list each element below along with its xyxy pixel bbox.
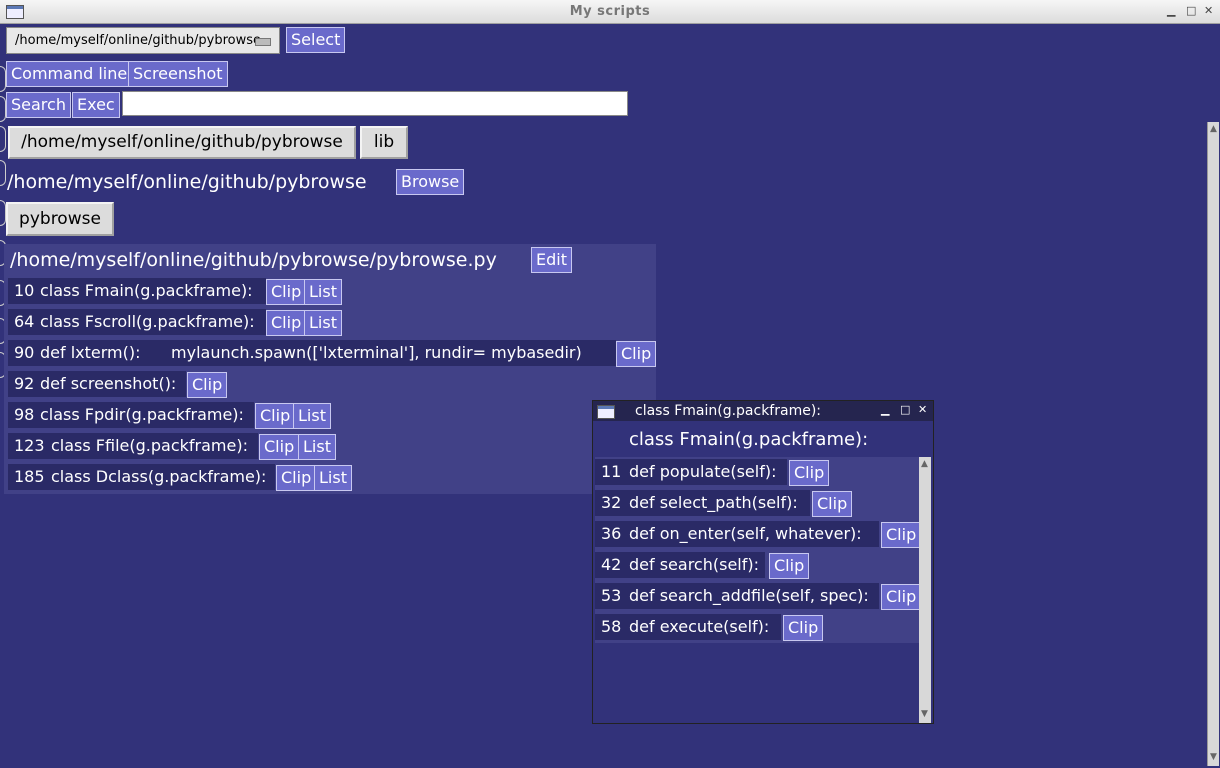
line-number: 58 <box>601 617 622 636</box>
line-number: 11 <box>601 462 622 481</box>
line-number: 10 <box>14 281 35 300</box>
definition-text: def populate(self): <box>629 462 777 481</box>
popup-title: class Fmain(g.packframe): <box>635 403 821 419</box>
line-number: 36 <box>601 524 622 543</box>
clip-button[interactable]: Clip <box>783 615 824 641</box>
popup-close-icon[interactable]: ✕ <box>918 403 927 416</box>
line-number: 53 <box>601 586 622 605</box>
list-item: 11 def populate(self): <box>595 459 787 485</box>
line-number: 64 <box>14 312 35 331</box>
scroll-down-icon[interactable]: ▼ <box>920 709 929 719</box>
popup-window-icon <box>597 405 615 419</box>
clip-button[interactable]: Clip <box>187 372 228 398</box>
path-button[interactable]: /home/myself/online/github/pybrowse <box>8 126 356 159</box>
exec-button[interactable]: Exec <box>72 92 120 118</box>
line-number: 185 <box>14 467 45 486</box>
main-scrollbar[interactable]: ▲ ▼ <box>1207 122 1219 766</box>
dropdown-arrow-icon[interactable] <box>255 38 271 46</box>
definition-text: class Fmain(g.packframe): <box>40 281 253 300</box>
clip-button[interactable]: Clip <box>812 491 853 517</box>
scroll-up-icon[interactable]: ▲ <box>1209 124 1218 134</box>
list-item: 10 class Fmain(g.packframe): <box>8 278 266 304</box>
clip-button[interactable]: Clip <box>266 279 307 305</box>
maximize-icon[interactable]: □ <box>1186 4 1196 17</box>
definition-text: class Fpdir(g.packframe): <box>40 405 244 424</box>
popup-titlebar: class Fmain(g.packframe): ▁ □ ✕ <box>593 401 933 421</box>
list-item: 53 def search_addfile(self, spec): <box>595 583 879 609</box>
line-number: 98 <box>14 405 35 424</box>
line-number: 92 <box>14 374 35 393</box>
clip-button[interactable]: Clip <box>789 460 830 486</box>
list-item: 36 def on_enter(self, whatever): <box>595 521 879 547</box>
definition-text: def execute(self): <box>629 617 770 636</box>
line-number: 32 <box>601 493 622 512</box>
window-title: My scripts <box>569 4 651 19</box>
clip-button[interactable]: Clip <box>616 341 657 367</box>
list-button[interactable]: List <box>304 279 342 305</box>
list-item: 58 def execute(self): <box>595 614 781 640</box>
search-input[interactable] <box>122 91 628 116</box>
clip-button[interactable]: Clip <box>255 403 296 429</box>
definition-text: def search(self): <box>629 555 759 574</box>
command-line-button[interactable]: Command line <box>6 61 133 87</box>
line-number: 123 <box>14 436 45 455</box>
clip-button[interactable]: Clip <box>259 434 300 460</box>
lib-button[interactable]: lib <box>360 126 408 159</box>
search-button[interactable]: Search <box>6 92 71 118</box>
definition-text: def lxterm(): mylaunch.spawn(['lxtermina… <box>40 343 582 362</box>
definition-text: class Ffile(g.packframe): <box>51 436 248 455</box>
list-item: 98 class Fpdir(g.packframe): <box>8 402 254 428</box>
list-button[interactable]: List <box>304 310 342 336</box>
path-combobox[interactable]: /home/myself/online/github/pybrowse <box>6 27 280 54</box>
class-popup-window: class Fmain(g.packframe): ▁ □ ✕ class Fm… <box>592 400 934 724</box>
popup-list: 11 def populate(self): Clip 32 def selec… <box>595 457 922 643</box>
list-item: 90 def lxterm(): mylaunch.spawn(['lxterm… <box>8 340 616 366</box>
list-item: 123 class Ffile(g.packframe): <box>8 433 258 459</box>
file-path-label: /home/myself/online/github/pybrowse/pybr… <box>10 249 497 271</box>
list-button[interactable]: List <box>298 434 336 460</box>
clip-button[interactable]: Clip <box>276 465 317 491</box>
pybrowse-file-button[interactable]: pybrowse <box>6 202 114 236</box>
directory-path-label: /home/myself/online/github/pybrowse <box>7 171 367 193</box>
definition-text: def on_enter(self, whatever): <box>629 524 862 543</box>
list-item: 185 class Dclass(g.packframe): <box>8 464 275 490</box>
line-number: 42 <box>601 555 622 574</box>
clip-button[interactable]: Clip <box>881 522 922 548</box>
browse-button[interactable]: Browse <box>396 169 465 195</box>
popup-empty-area <box>595 644 919 723</box>
definition-text: def select_path(self): <box>629 493 798 512</box>
clip-button[interactable]: Clip <box>266 310 307 336</box>
list-button[interactable]: List <box>314 465 352 491</box>
popup-minimize-icon[interactable]: ▁ <box>881 403 889 416</box>
close-icon[interactable]: ✕ <box>1204 4 1213 17</box>
list-button[interactable]: List <box>293 403 331 429</box>
definition-text: def screenshot(): <box>40 374 177 393</box>
minimize-icon[interactable]: ▁ <box>1167 4 1175 17</box>
combo-value: /home/myself/online/github/pybrowse <box>15 33 262 48</box>
definition-text: class Fscroll(g.packframe): <box>40 312 255 331</box>
list-item: 64 class Fscroll(g.packframe): <box>8 309 266 335</box>
file-panel: /home/myself/online/github/pybrowse/pybr… <box>4 244 657 494</box>
screenshot-button[interactable]: Screenshot <box>128 61 228 87</box>
scroll-down-icon[interactable]: ▼ <box>1209 752 1218 762</box>
popup-maximize-icon[interactable]: □ <box>900 403 910 416</box>
definition-text: class Dclass(g.packframe): <box>51 467 267 486</box>
list-item: 42 def search(self): <box>595 552 765 578</box>
list-item: 32 def select_path(self): <box>595 490 810 516</box>
window-titlebar: My scripts ▁ □ ✕ <box>0 0 1220 24</box>
edit-button[interactable]: Edit <box>531 247 572 273</box>
line-number: 90 <box>14 343 35 362</box>
popup-scrollbar[interactable]: ▲ ▼ <box>919 457 931 723</box>
clip-button[interactable]: Clip <box>769 553 810 579</box>
definition-text: def search_addfile(self, spec): <box>629 586 869 605</box>
select-button[interactable]: Select <box>286 27 346 53</box>
popup-heading: class Fmain(g.packframe): <box>629 429 869 450</box>
list-item: 92 def screenshot(): <box>8 371 186 397</box>
scroll-up-icon[interactable]: ▲ <box>920 459 929 469</box>
clip-button[interactable]: Clip <box>881 584 922 610</box>
